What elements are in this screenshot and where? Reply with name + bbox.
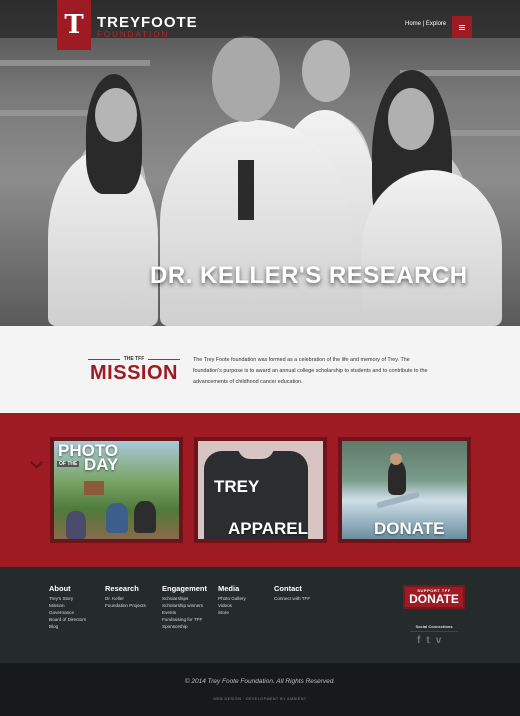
footer-link[interactable]: Board of Directors: [49, 616, 86, 623]
donate-image: DONATE: [342, 441, 467, 539]
footer-heading: Media: [218, 584, 240, 593]
footer-link[interactable]: Governance: [49, 609, 86, 616]
footer-column-about: About Trey's Story Mission Governance Bo…: [49, 584, 86, 630]
mission-text: The Trey Foote foundation was formed as …: [193, 357, 428, 385]
footer-column-contact: Contact Connect with TFF: [274, 584, 310, 602]
social-connections-label: Social Connections: [415, 624, 453, 629]
photo-person: [106, 503, 128, 533]
photo-of-the-day-card[interactable]: PHOTO OF THE DAY: [50, 437, 183, 543]
twitter-icon[interactable]: t: [426, 635, 429, 647]
brand-subtitle: FOUNDATION: [97, 30, 170, 39]
nav-home-link[interactable]: Home: [405, 21, 421, 27]
footer-heading: Research: [105, 584, 139, 593]
brand-name[interactable]: TREYFOOTE FOUNDATION: [97, 14, 198, 40]
apparel-shirt-text: TREY: [214, 477, 260, 496]
donate-card[interactable]: DONATE: [338, 437, 471, 543]
researcher-shirt: [238, 160, 254, 220]
footer-column-media: Media Photo Gallery Videos Store: [218, 584, 246, 616]
photo-sign: [84, 481, 104, 495]
top-nav-links: Home | Explore: [405, 21, 446, 27]
footer-column-research: Research Dr. Keller Foundation Projects: [105, 584, 146, 609]
footer-heading: Engagement: [162, 584, 208, 593]
brand-title: TREYFOOTE: [97, 14, 198, 31]
footer-heading: Contact: [274, 584, 302, 593]
hero-title: DR. KELLER'S RESEARCH: [150, 262, 468, 289]
logo-mark[interactable]: T: [57, 0, 91, 50]
photo-of-the-day-image: PHOTO OF THE DAY: [54, 441, 179, 539]
vimeo-icon[interactable]: v: [436, 635, 442, 647]
logo-glyph: T: [64, 10, 84, 40]
photo-card-line3: DAY: [84, 455, 119, 474]
apparel-card[interactable]: TREY APPAREL: [194, 437, 327, 543]
footer-link[interactable]: Scholarships: [162, 595, 207, 602]
footer-link[interactable]: Scholarship winners: [162, 602, 207, 609]
wakeboarder-head: [390, 453, 402, 465]
photo-person: [66, 511, 86, 539]
researcher-head: [95, 88, 137, 142]
researcher-head: [212, 36, 280, 122]
footer-link[interactable]: Dr. Keller: [105, 595, 146, 602]
lab-shelf: [0, 60, 150, 66]
nav-separator: |: [422, 21, 425, 27]
footer-link[interactable]: Connect with TFF: [274, 595, 310, 602]
footer-column-engagement: Engagement Scholarships Scholarship winn…: [162, 584, 207, 630]
donate-button-label: DONATE: [409, 592, 459, 606]
wakeboarder-figure: [388, 461, 406, 495]
copyright-text: © 2014 Trey Foote Foundation. All Rights…: [184, 678, 336, 685]
photo-person: [134, 501, 156, 533]
footer-link[interactable]: Foundation Projects: [105, 602, 146, 609]
footer-link[interactable]: Photo Gallery: [218, 595, 246, 602]
mission-title: MISSION: [90, 362, 178, 384]
hamburger-icon: [459, 24, 465, 30]
footer-heading: About: [49, 584, 71, 593]
footer-link[interactable]: Trey's Story: [49, 595, 86, 602]
social-icons: f t v: [417, 635, 441, 647]
footer-link[interactable]: Blog: [49, 623, 86, 630]
footer-link[interactable]: Videos: [218, 602, 246, 609]
donate-card-title: DONATE: [374, 519, 445, 538]
researcher-figure: [160, 120, 350, 326]
apparel-image: TREY APPAREL: [198, 441, 323, 539]
researcher-head: [388, 88, 434, 150]
footer-link[interactable]: Sponsorship: [162, 623, 207, 630]
researcher-figure: [362, 170, 502, 326]
apparel-card-title: APPAREL: [228, 519, 308, 538]
hero-banner: T TREYFOOTE FOUNDATION Home | Explore DR…: [0, 0, 520, 326]
credit-text[interactable]: WEB DESIGN · DEVELOPMENT BY AMBIENT: [0, 697, 520, 701]
footer-link[interactable]: Store: [218, 609, 246, 616]
footer-donate-button[interactable]: SUPPORT TFF DONATE: [403, 585, 465, 609]
researcher-head: [302, 40, 350, 102]
footer-link[interactable]: Fundraising for TFF: [162, 616, 207, 623]
menu-button[interactable]: [452, 16, 472, 38]
footer-link[interactable]: Mission: [49, 602, 86, 609]
facebook-icon[interactable]: f: [417, 635, 420, 647]
social-divider: [410, 631, 458, 632]
bottom-bar: [0, 663, 520, 716]
nav-explore-link[interactable]: Explore: [426, 21, 446, 27]
photo-card-line2: OF THE: [57, 461, 80, 467]
footer-link[interactable]: Events: [162, 609, 207, 616]
mission-heading: THE TFF MISSION: [84, 356, 184, 384]
